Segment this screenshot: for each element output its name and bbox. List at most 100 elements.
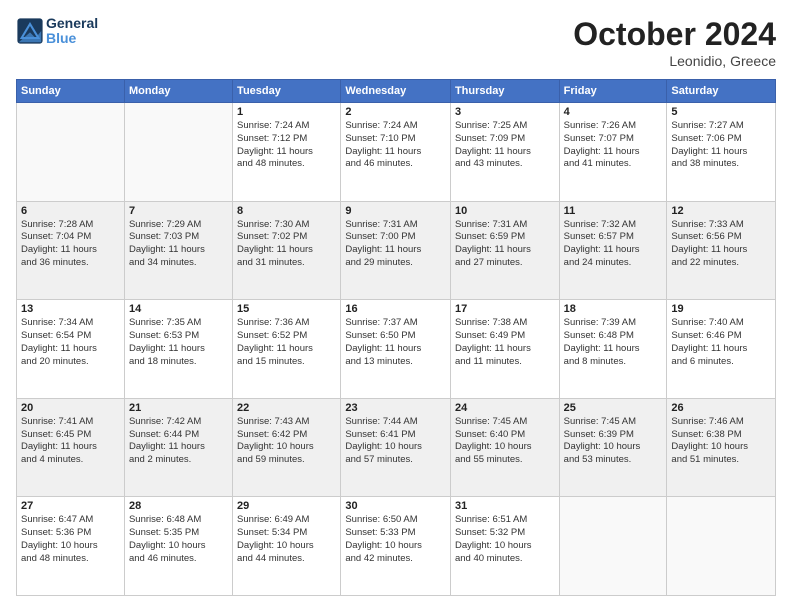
day-number: 29 — [237, 500, 336, 512]
table-row: 21Sunrise: 7:42 AM Sunset: 6:44 PM Dayli… — [124, 398, 232, 497]
day-info: Sunrise: 7:27 AM Sunset: 7:06 PM Dayligh… — [671, 120, 771, 171]
day-info: Sunrise: 7:45 AM Sunset: 6:39 PM Dayligh… — [564, 416, 663, 467]
calendar-week-row: 27 Sunrise: 6:47 AM Sunset: 5:36 PM Dayli… — [17, 497, 776, 596]
header: General Blue October 2024 Leonidio, Gree… — [16, 16, 776, 69]
day-number: 5 — [671, 106, 771, 118]
month-title: October 2024 — [573, 16, 776, 53]
col-thursday: Thursday — [450, 80, 559, 103]
logo-icon — [16, 17, 44, 45]
day-info: Sunrise: 6:48 AM Sunset: 5:35 PM Dayligh… — [129, 514, 228, 565]
table-row: 6Sunrise: 7:28 AM Sunset: 7:04 PM Daylig… — [17, 201, 125, 300]
day-info: Sunrise: 7:38 AM Sunset: 6:49 PM Dayligh… — [455, 317, 555, 368]
table-row: 14 Sunrise: 7:35 AM Sunset: 6:53 PM Dayli… — [124, 300, 232, 399]
day-number: 18 — [564, 303, 663, 315]
table-row: 30 Sunrise: 6:50 AM Sunset: 5:33 PM Dayli… — [341, 497, 451, 596]
day-number: 23 — [345, 402, 446, 414]
logo-text: General Blue — [46, 16, 98, 47]
table-row: 13 Sunrise: 7:34 AM Sunset: 6:54 PM Dayli… — [17, 300, 125, 399]
table-row — [667, 497, 776, 596]
table-row: 10 Sunrise: 7:31 AM Sunset: 6:59 PM Dayli… — [450, 201, 559, 300]
day-number: 17 — [455, 303, 555, 315]
table-row: 3 Sunrise: 7:25 AM Sunset: 7:09 PM Daylig… — [450, 103, 559, 202]
table-row: 24Sunrise: 7:45 AM Sunset: 6:40 PM Dayli… — [450, 398, 559, 497]
calendar-week-row: 1 Sunrise: 7:24 AM Sunset: 7:12 PM Daylig… — [17, 103, 776, 202]
calendar-week-row: 13 Sunrise: 7:34 AM Sunset: 6:54 PM Dayli… — [17, 300, 776, 399]
day-number: 28 — [129, 500, 228, 512]
day-number: 26 — [671, 402, 771, 414]
col-monday: Monday — [124, 80, 232, 103]
day-number: 8 — [237, 205, 336, 217]
day-number: 13 — [21, 303, 120, 315]
day-info: Sunrise: 7:32 AM Sunset: 6:57 PM Dayligh… — [564, 219, 663, 270]
col-friday: Friday — [559, 80, 667, 103]
day-number: 15 — [237, 303, 336, 315]
day-info: Sunrise: 7:44 AM Sunset: 6:41 PM Dayligh… — [345, 416, 446, 467]
table-row: 15 Sunrise: 7:36 AM Sunset: 6:52 PM Dayli… — [233, 300, 341, 399]
day-info: Sunrise: 7:41 AM Sunset: 6:45 PM Dayligh… — [21, 416, 120, 467]
day-number: 1 — [237, 106, 336, 118]
day-number: 3 — [455, 106, 555, 118]
title-block: October 2024 Leonidio, Greece — [573, 16, 776, 69]
table-row: 26 Sunrise: 7:46 AM Sunset: 6:38 PM Dayli… — [667, 398, 776, 497]
day-info: Sunrise: 7:30 AM Sunset: 7:02 PM Dayligh… — [237, 219, 336, 270]
table-row: 18 Sunrise: 7:39 AM Sunset: 6:48 PM Dayli… — [559, 300, 667, 399]
calendar: Sunday Monday Tuesday Wednesday Thursday… — [16, 79, 776, 596]
day-number: 14 — [129, 303, 228, 315]
day-number: 2 — [345, 106, 446, 118]
day-number: 16 — [345, 303, 446, 315]
day-info: Sunrise: 7:24 AM Sunset: 7:10 PM Dayligh… — [345, 120, 446, 171]
table-row: 1 Sunrise: 7:24 AM Sunset: 7:12 PM Daylig… — [233, 103, 341, 202]
location: Leonidio, Greece — [573, 53, 776, 69]
day-number: 30 — [345, 500, 446, 512]
day-info: Sunrise: 7:46 AM Sunset: 6:38 PM Dayligh… — [671, 416, 771, 467]
day-info: Sunrise: 7:39 AM Sunset: 6:48 PM Dayligh… — [564, 317, 663, 368]
day-number: 31 — [455, 500, 555, 512]
day-info: Sunrise: 6:49 AM Sunset: 5:34 PM Dayligh… — [237, 514, 336, 565]
day-number: 19 — [671, 303, 771, 315]
table-row: 5 Sunrise: 7:27 AM Sunset: 7:06 PM Daylig… — [667, 103, 776, 202]
day-number: 10 — [455, 205, 555, 217]
day-number: 20 — [21, 402, 120, 414]
logo: General Blue — [16, 16, 98, 47]
table-row: 8 Sunrise: 7:30 AM Sunset: 7:02 PM Daylig… — [233, 201, 341, 300]
day-info: Sunrise: 7:36 AM Sunset: 6:52 PM Dayligh… — [237, 317, 336, 368]
col-wednesday: Wednesday — [341, 80, 451, 103]
day-info: Sunrise: 7:24 AM Sunset: 7:12 PM Dayligh… — [237, 120, 336, 171]
day-number: 27 — [21, 500, 120, 512]
day-info: Sunrise: 6:51 AM Sunset: 5:32 PM Dayligh… — [455, 514, 555, 565]
table-row: 12Sunrise: 7:33 AM Sunset: 6:56 PM Dayli… — [667, 201, 776, 300]
col-sunday: Sunday — [17, 80, 125, 103]
table-row — [124, 103, 232, 202]
day-number: 6 — [21, 205, 120, 217]
calendar-week-row: 6Sunrise: 7:28 AM Sunset: 7:04 PM Daylig… — [17, 201, 776, 300]
day-number: 11 — [564, 205, 663, 217]
day-number: 22 — [237, 402, 336, 414]
day-info: Sunrise: 7:35 AM Sunset: 6:53 PM Dayligh… — [129, 317, 228, 368]
day-number: 25 — [564, 402, 663, 414]
col-tuesday: Tuesday — [233, 80, 341, 103]
table-row: 4Sunrise: 7:26 AM Sunset: 7:07 PM Daylig… — [559, 103, 667, 202]
table-row: 9Sunrise: 7:31 AM Sunset: 7:00 PM Daylig… — [341, 201, 451, 300]
table-row: 25 Sunrise: 7:45 AM Sunset: 6:39 PM Dayli… — [559, 398, 667, 497]
table-row: 11 Sunrise: 7:32 AM Sunset: 6:57 PM Dayli… — [559, 201, 667, 300]
day-info: Sunrise: 7:31 AM Sunset: 7:00 PM Dayligh… — [345, 219, 446, 270]
table-row — [559, 497, 667, 596]
day-info: Sunrise: 6:47 AM Sunset: 5:36 PM Dayligh… — [21, 514, 120, 565]
table-row: 2 Sunrise: 7:24 AM Sunset: 7:10 PM Daylig… — [341, 103, 451, 202]
day-info: Sunrise: 7:25 AM Sunset: 7:09 PM Dayligh… — [455, 120, 555, 171]
col-saturday: Saturday — [667, 80, 776, 103]
table-row: 27 Sunrise: 6:47 AM Sunset: 5:36 PM Dayli… — [17, 497, 125, 596]
table-row: 16Sunrise: 7:37 AM Sunset: 6:50 PM Dayli… — [341, 300, 451, 399]
table-row: 17 Sunrise: 7:38 AM Sunset: 6:49 PM Dayli… — [450, 300, 559, 399]
table-row: 7Sunrise: 7:29 AM Sunset: 7:03 PM Daylig… — [124, 201, 232, 300]
day-info: Sunrise: 7:34 AM Sunset: 6:54 PM Dayligh… — [21, 317, 120, 368]
table-row: 31 Sunrise: 6:51 AM Sunset: 5:32 PM Dayli… — [450, 497, 559, 596]
table-row: 22 Sunrise: 7:43 AM Sunset: 6:42 PM Dayli… — [233, 398, 341, 497]
page: General Blue October 2024 Leonidio, Gree… — [0, 0, 792, 612]
day-info: Sunrise: 6:50 AM Sunset: 5:33 PM Dayligh… — [345, 514, 446, 565]
day-info: Sunrise: 7:43 AM Sunset: 6:42 PM Dayligh… — [237, 416, 336, 467]
day-info: Sunrise: 7:31 AM Sunset: 6:59 PM Dayligh… — [455, 219, 555, 270]
day-info: Sunrise: 7:45 AM Sunset: 6:40 PM Dayligh… — [455, 416, 555, 467]
day-info: Sunrise: 7:26 AM Sunset: 7:07 PM Dayligh… — [564, 120, 663, 171]
day-number: 7 — [129, 205, 228, 217]
